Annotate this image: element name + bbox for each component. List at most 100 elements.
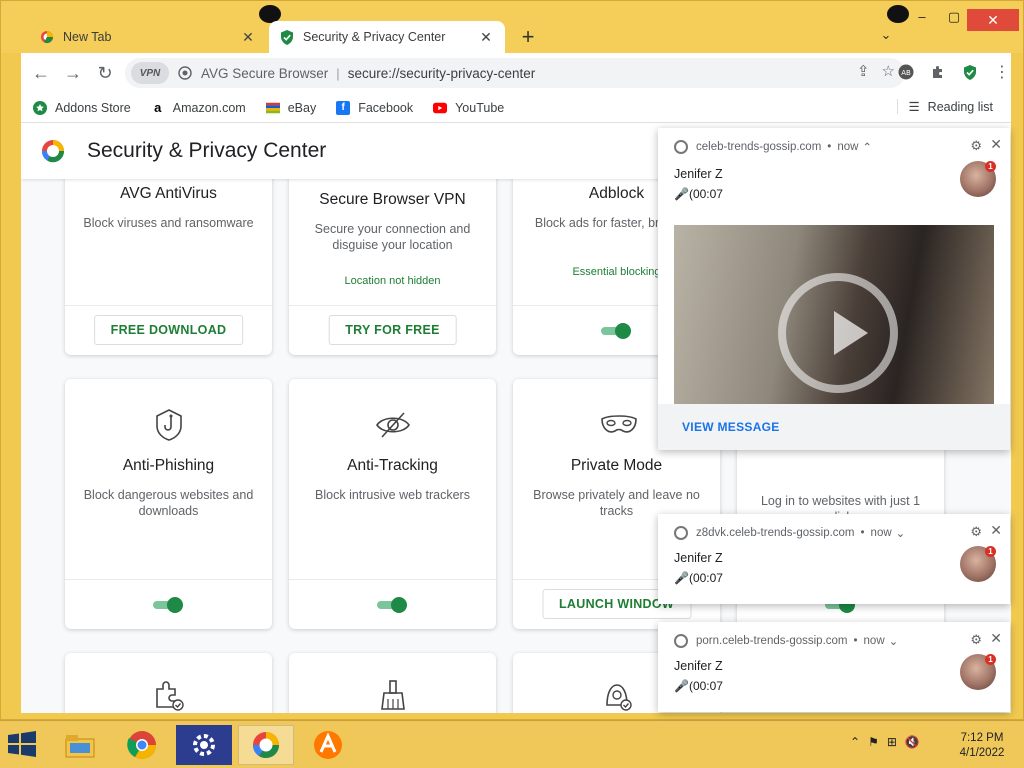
tab-security-privacy-center[interactable]: Security & Privacy Center ✕ <box>269 21 505 53</box>
taskbar: ⌃ ⚑ ⊞ 🔇 7:12 PM 4/1/2022 <box>0 720 1024 768</box>
notification-sender: Jenifer Z <box>674 167 723 181</box>
avg-logo-icon <box>41 139 65 163</box>
bookmark-youtube[interactable]: YouTube <box>433 101 504 115</box>
close-icon[interactable]: ✕ <box>990 522 1002 539</box>
address-bar[interactable]: VPN AVG Secure Browser | secure://securi… <box>125 58 905 88</box>
view-message-button[interactable]: VIEW MESSAGE <box>682 420 780 434</box>
chevron-down-icon[interactable]: ⌄ <box>889 634 899 648</box>
close-icon[interactable]: ✕ <box>477 28 495 46</box>
dot-separator: • <box>860 527 865 539</box>
card-avg-antivirus: AVG AntiVirus Block viruses and ransomwa… <box>65 163 272 355</box>
bookmark-label: Addons Store <box>55 100 131 115</box>
card-divider <box>65 305 272 306</box>
card-anti-phishing: Anti-Phishing Block dangerous websites a… <box>65 379 272 629</box>
adblock-extension-icon[interactable]: AB <box>897 63 915 81</box>
url-text[interactable]: secure://security-privacy-center <box>348 66 536 81</box>
bookmark-ebay[interactable]: eBay <box>265 101 316 115</box>
chevron-up-icon[interactable]: ⌃ <box>850 735 860 749</box>
taskbar-clock[interactable]: 7:12 PM 4/1/2022 <box>952 731 1012 761</box>
gear-icon[interactable]: ⚙ <box>970 632 982 648</box>
bookmark-label: Amazon.com <box>172 100 246 115</box>
system-tray: ⌃ ⚑ ⊞ 🔇 <box>850 735 920 749</box>
notification-collapsed[interactable]: z8dvk.celeb-trends-gossip.com • now ⌄ ⚙ … <box>658 514 1010 604</box>
bookmark-star-icon[interactable]: ☆ <box>882 62 895 80</box>
chevron-down-icon[interactable]: ⌄ <box>875 27 897 49</box>
gear-icon[interactable]: ⚙ <box>970 524 982 540</box>
card-description: Block dangerous websites and downloads <box>83 488 254 518</box>
forward-arrow-icon[interactable]: → <box>59 59 87 87</box>
minimize-button[interactable]: – <box>907 9 937 31</box>
notification-site: z8dvk.celeb-trends-gossip.com <box>696 527 855 539</box>
profile-avatar-right[interactable] <box>887 5 909 23</box>
card-divider <box>289 579 496 580</box>
action-center-flag-icon[interactable]: ⚑ <box>868 735 879 749</box>
new-tab-button[interactable]: + <box>515 25 541 51</box>
svg-text:AB: AB <box>901 69 911 77</box>
share-icon[interactable]: ⇪ <box>857 62 870 80</box>
chrome-site-icon <box>674 526 688 540</box>
anti-phishing-toggle[interactable] <box>152 597 185 613</box>
adblock-toggle[interactable] <box>600 323 633 339</box>
tab-label: New Tab <box>63 30 112 44</box>
secure-browser-icon <box>177 65 193 81</box>
dot-separator: • <box>853 635 858 647</box>
reload-icon[interactable]: ↻ <box>91 59 119 87</box>
kebab-menu-icon[interactable]: ⋮ <box>993 63 1011 81</box>
addons-store-icon <box>33 100 47 115</box>
notification-header: z8dvk.celeb-trends-gossip.com • now ⌄ <box>674 526 905 540</box>
free-download-button[interactable]: FREE DOWNLOAD <box>93 315 244 345</box>
clock-date: 4/1/2022 <box>959 747 1005 759</box>
file-explorer-icon[interactable] <box>52 725 108 765</box>
notification-message: 🎤(00:07 <box>674 679 723 693</box>
bookmark-addons-store[interactable]: Addons Store <box>33 100 131 115</box>
amazon-icon: a <box>154 100 162 115</box>
notification-collapsed[interactable]: porn.celeb-trends-gossip.com • now ⌄ ⚙ ✕… <box>658 622 1010 712</box>
notification-site: porn.celeb-trends-gossip.com <box>696 635 848 647</box>
eye-slash-icon <box>375 407 411 443</box>
chrome-site-icon <box>674 634 688 648</box>
gear-icon[interactable]: ⚙ <box>970 138 982 154</box>
play-icon[interactable] <box>778 273 898 393</box>
shield-check-icon[interactable] <box>961 63 979 81</box>
close-icon[interactable]: ✕ <box>239 28 257 46</box>
avast-icon[interactable] <box>300 725 356 765</box>
card-divider <box>65 579 272 580</box>
notification-sender: Jenifer Z <box>674 659 723 673</box>
notification-expanded[interactable]: celeb-trends-gossip.com • now ⌃ ⚙ ✕ Jeni… <box>658 128 1010 450</box>
card-title: Private Mode <box>570 457 663 474</box>
window-close-button[interactable]: ✕ <box>967 9 1019 31</box>
back-arrow-icon[interactable]: ← <box>27 59 55 87</box>
notification-sender: Jenifer Z <box>674 551 723 565</box>
avg-browser-icon[interactable] <box>238 725 294 765</box>
windows-start-icon[interactable] <box>8 731 38 759</box>
chevron-down-icon[interactable]: ⌄ <box>896 526 906 540</box>
youtube-icon <box>433 101 448 115</box>
chrome-site-icon <box>674 140 688 154</box>
tab-new-tab[interactable]: New Tab ✕ <box>29 21 267 53</box>
settings-icon[interactable] <box>176 725 232 765</box>
shield-check-icon <box>279 29 295 45</box>
reading-list-icon: ☰ <box>908 100 920 114</box>
notification-site: celeb-trends-gossip.com <box>696 141 822 153</box>
bookmark-amazon[interactable]: a Amazon.com <box>151 100 246 115</box>
chevron-up-icon[interactable]: ⌃ <box>862 140 872 154</box>
maximize-button[interactable]: ▢ <box>939 9 969 31</box>
chrome-icon[interactable] <box>114 725 170 765</box>
close-icon[interactable]: ✕ <box>990 136 1002 153</box>
ebay-icon <box>265 101 280 115</box>
volume-muted-icon[interactable]: 🔇 <box>905 735 920 749</box>
vpn-chip[interactable]: VPN <box>131 62 169 84</box>
anti-tracking-toggle[interactable] <box>376 597 409 613</box>
bookmark-facebook[interactable]: f Facebook <box>336 100 414 115</box>
puzzle-extensions-icon[interactable] <box>929 63 947 81</box>
notification-action-row: VIEW MESSAGE <box>658 404 1010 450</box>
bookmark-label: Facebook <box>358 100 414 115</box>
card-anti-tracking: Anti-Tracking Block intrusive web tracke… <box>289 379 496 629</box>
close-icon[interactable]: ✕ <box>990 630 1002 647</box>
notification-header: porn.celeb-trends-gossip.com • now ⌄ <box>674 634 898 648</box>
dot-separator: • <box>827 141 832 153</box>
mask-icon <box>599 407 637 443</box>
network-icon[interactable]: ⊞ <box>887 735 897 749</box>
try-for-free-button[interactable]: TRY FOR FREE <box>328 315 457 345</box>
reading-list-button[interactable]: ☰ Reading list <box>897 99 993 114</box>
